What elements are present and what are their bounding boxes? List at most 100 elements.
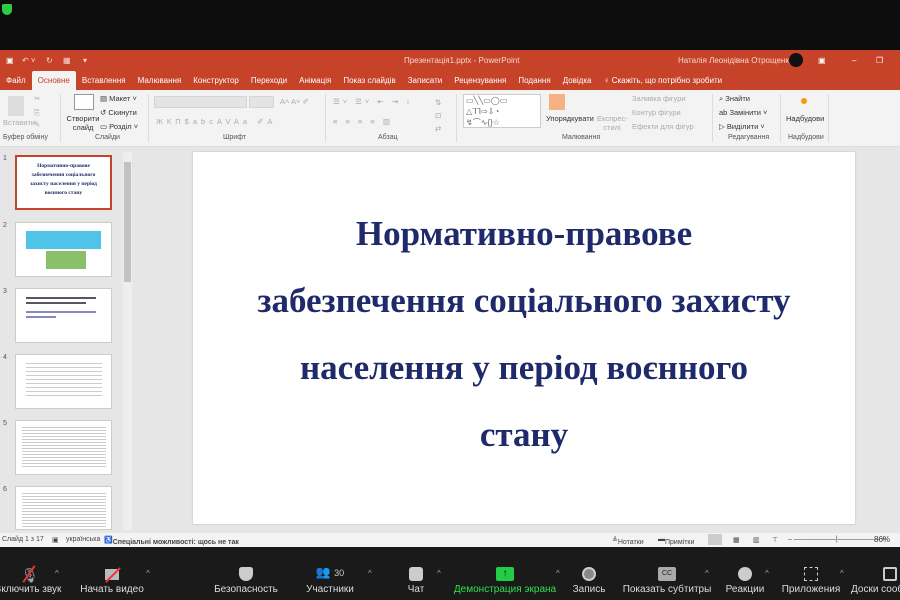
group-font: Шрифт xyxy=(223,134,247,141)
slideshow-button[interactable]: ⊤ xyxy=(772,536,778,544)
tab-help[interactable]: Довідка xyxy=(557,76,598,90)
layout-button[interactable]: ▤ Макет ˅ xyxy=(100,94,137,103)
participants-button[interactable]: Участники xyxy=(306,584,354,595)
whiteboards-button[interactable]: Доски сообщений xyxy=(851,584,900,595)
share-screen-button[interactable]: Демонстрация экрана xyxy=(454,584,556,595)
tab-review[interactable]: Рецензування xyxy=(448,76,512,90)
tab-insert[interactable]: Вставлення xyxy=(76,76,132,90)
thumbnails-scrollbar[interactable] xyxy=(123,152,132,530)
section-button[interactable]: ▭ Розділ ˅ xyxy=(100,122,138,131)
language[interactable]: українська xyxy=(66,536,100,543)
replace-button[interactable]: ab Замінити ˅ xyxy=(719,108,767,117)
tab-file[interactable]: Файл xyxy=(0,76,32,90)
new-slide-button[interactable]: Створити слайд xyxy=(65,114,101,132)
tab-animations[interactable]: Анімація xyxy=(293,76,337,90)
accessibility-status[interactable]: ♿ Спеціальні можливості: щось не так xyxy=(104,536,239,546)
chat-options-caret[interactable]: ^ xyxy=(437,569,441,578)
video-options-caret[interactable]: ^ xyxy=(146,569,150,578)
present-icon[interactable]: ▦ xyxy=(63,56,71,65)
undo-icon[interactable]: ↶ ˅ xyxy=(22,56,36,65)
restore-icon[interactable]: ❐ xyxy=(876,56,883,65)
shape-effects-button[interactable]: Ефекти для фігур xyxy=(632,122,694,131)
slide-thumbnail-4[interactable] xyxy=(15,354,112,409)
shapes-gallery[interactable]: ▭╲╲▭◯▭ △⅂⅂⇨⇩◔ ↯⌒∿{}☆ xyxy=(463,94,541,128)
font-size-select[interactable] xyxy=(249,96,274,108)
scrollbar-thumb[interactable] xyxy=(124,162,131,282)
slide-thumbnail-1[interactable]: Нормативно-правове забезпечення соціальн… xyxy=(15,155,112,210)
shape-outline-button[interactable]: Контур фігури xyxy=(632,108,681,117)
apps-button[interactable]: Приложения xyxy=(782,584,841,595)
font-name-select[interactable] xyxy=(154,96,247,108)
quick-styles-button[interactable]: Експрес-стилі xyxy=(597,114,628,132)
unmute-button[interactable]: Включить звук xyxy=(0,584,61,595)
align-buttons[interactable]: ≡ ≡ ≡ ≡ ▥ xyxy=(333,117,393,126)
apps-options-caret[interactable]: ^ xyxy=(840,569,844,578)
reactions-icon[interactable] xyxy=(738,567,752,581)
captions-options-caret[interactable]: ^ xyxy=(705,569,709,578)
ribbon-display-icon[interactable]: ▣ xyxy=(818,56,826,65)
slide-thumbnail-3[interactable] xyxy=(15,288,112,343)
paste-button[interactable]: Вставити xyxy=(3,118,35,127)
microphone-muted-icon[interactable]: 🎙 xyxy=(21,565,39,583)
text-direction-buttons[interactable]: ⇅ ⊡ ⇄ xyxy=(435,96,441,135)
slide-title[interactable]: Нормативно-правове забезпечення соціальн… xyxy=(253,200,795,468)
reading-view-button[interactable]: ▥ xyxy=(753,536,760,544)
notes-button[interactable]: ≜ Нотатки xyxy=(612,536,644,546)
captions-icon[interactable]: CC xyxy=(658,567,676,581)
tab-design[interactable]: Конструктор xyxy=(187,76,245,90)
font-grow-shrink-icons[interactable]: A˄ A˅ ✐ xyxy=(280,97,309,106)
comments-button[interactable]: ▬ Примітки xyxy=(658,536,694,546)
reset-button[interactable]: ↺ Скинути xyxy=(100,108,137,117)
start-video-button[interactable]: Начать видео xyxy=(80,584,144,595)
arrange-button[interactable]: Упорядкувати xyxy=(546,114,594,123)
tab-home[interactable]: Основне xyxy=(31,71,76,90)
security-icon[interactable] xyxy=(239,567,253,581)
participants-icon[interactable]: 👥 30 xyxy=(316,565,344,579)
avatar[interactable] xyxy=(789,53,803,67)
record-icon[interactable] xyxy=(582,567,596,581)
format-painter-icon[interactable]: ✎ xyxy=(34,120,40,129)
security-button[interactable]: Безопасность xyxy=(214,584,278,595)
addins-button[interactable]: Надбудови xyxy=(786,114,824,123)
minimize-icon[interactable]: – xyxy=(852,56,856,65)
video-off-icon[interactable] xyxy=(105,567,121,583)
tab-record[interactable]: Записати xyxy=(402,76,449,90)
tell-me-search[interactable]: ♀ Скажіть, що потрібно зробити xyxy=(597,76,728,90)
find-button[interactable]: ⌕ Знайти xyxy=(719,94,750,104)
audio-options-caret[interactable]: ^ xyxy=(55,569,59,578)
reactions-options-caret[interactable]: ^ xyxy=(765,569,769,578)
copy-icon[interactable]: ⎘ xyxy=(34,108,40,118)
share-screen-icon[interactable]: ↑ xyxy=(496,567,514,581)
save-icon[interactable]: ▣ xyxy=(6,56,14,65)
font-format-buttons[interactable]: ЖКП$abcAVAa ✐A xyxy=(156,117,276,126)
share-options-caret[interactable]: ^ xyxy=(556,569,560,578)
shape-fill-button[interactable]: Заливка фігури xyxy=(632,94,686,103)
whiteboards-icon[interactable] xyxy=(883,567,897,581)
reactions-button[interactable]: Реакции xyxy=(726,584,765,595)
redo-icon[interactable]: ↻ xyxy=(46,56,53,65)
tab-transitions[interactable]: Переходи xyxy=(245,76,293,90)
record-button[interactable]: Запись xyxy=(573,584,606,595)
zoom-level[interactable]: 86% xyxy=(874,535,890,544)
participants-options-caret[interactable]: ^ xyxy=(368,569,372,578)
group-clipboard: Буфер обміну xyxy=(3,134,48,141)
list-buttons[interactable]: ☰˅ ☰˅ ⇤ ⇥ ↕ xyxy=(333,97,413,106)
spellcheck-icon[interactable]: ▣ xyxy=(52,536,59,544)
normal-view-button[interactable] xyxy=(708,534,722,545)
chat-icon[interactable] xyxy=(409,567,423,581)
chat-button[interactable]: Чат xyxy=(408,584,425,595)
slide-thumbnail-2[interactable] xyxy=(15,222,112,277)
customize-icon[interactable]: ▾ xyxy=(83,56,87,65)
select-button[interactable]: ▷ Виділити ˅ xyxy=(719,122,765,131)
cut-icon[interactable]: ✂ xyxy=(34,94,40,103)
slide-canvas[interactable]: Нормативно-правове забезпечення соціальн… xyxy=(193,152,855,524)
slide-sorter-button[interactable]: ▦ xyxy=(733,536,740,544)
tab-view[interactable]: Подання xyxy=(512,76,556,90)
zoom-slider[interactable]: – ——————|—————— + xyxy=(788,536,886,543)
slide-thumbnail-6[interactable] xyxy=(15,486,112,530)
slide-thumbnail-5[interactable] xyxy=(15,420,112,475)
tab-draw[interactable]: Малювання xyxy=(132,76,188,90)
apps-icon[interactable] xyxy=(804,567,818,581)
captions-button[interactable]: Показать субтитры xyxy=(623,584,712,595)
tab-slideshow[interactable]: Показ слайдів xyxy=(337,76,401,90)
